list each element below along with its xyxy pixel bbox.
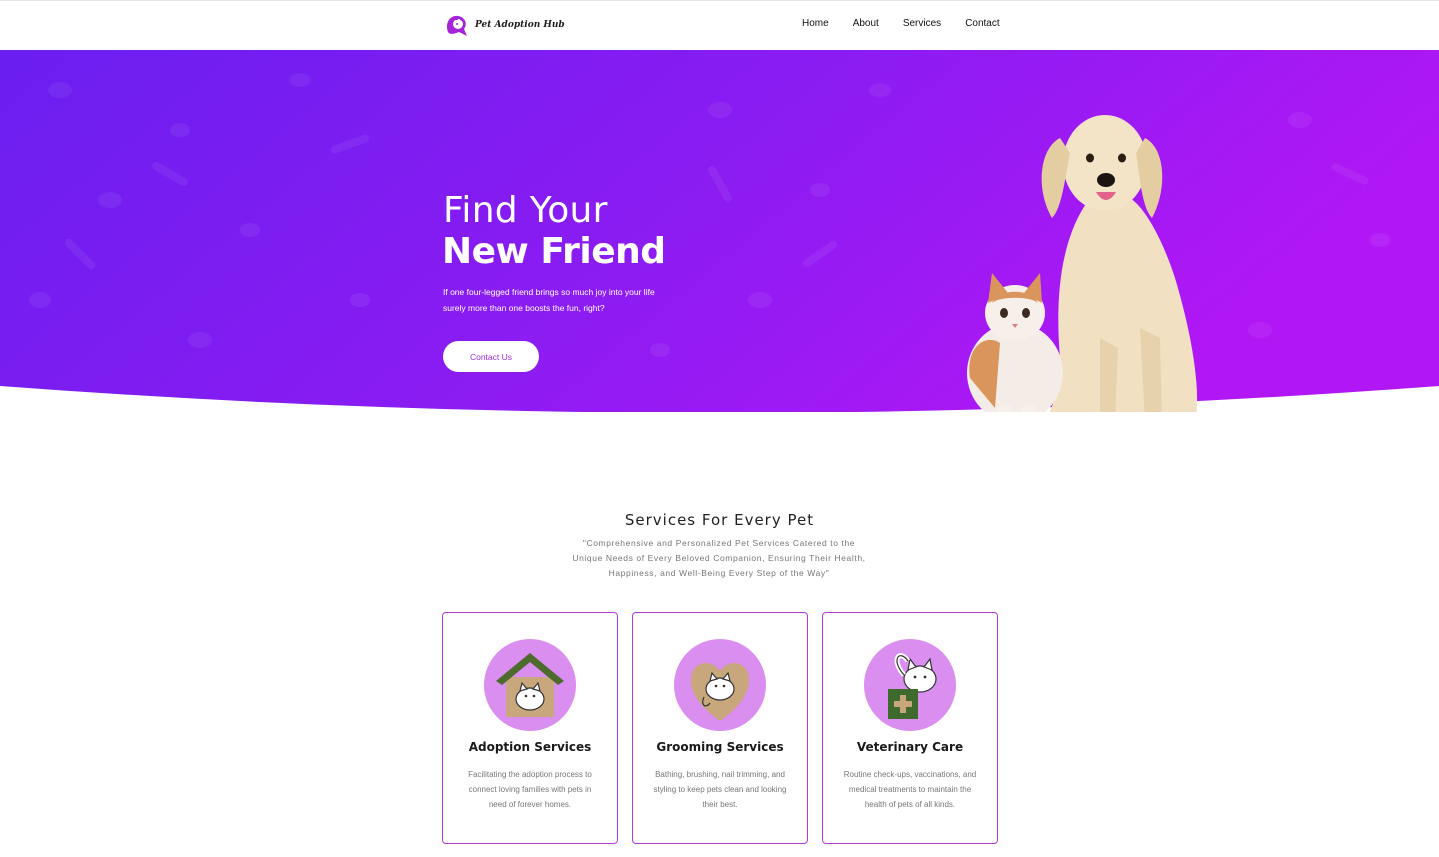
nav-contact[interactable]: Contact (965, 18, 999, 29)
card-title: Adoption Services (468, 740, 592, 754)
brand-name: Pet Adoption Hub (475, 20, 565, 30)
service-card-veterinary[interactable]: Veterinary Care Routine check-ups, vacci… (822, 612, 998, 844)
cat-house-icon (484, 639, 576, 731)
nav-home[interactable]: Home (802, 18, 829, 29)
pet-logo-icon (447, 15, 467, 36)
nav-about[interactable]: About (853, 18, 879, 29)
card-title: Veterinary Care (856, 740, 964, 754)
contact-us-button[interactable]: Contact Us (443, 341, 539, 372)
brand-logo[interactable]: Pet Adoption Hub (443, 11, 565, 41)
service-card-adoption[interactable]: Adoption Services Facilitating the adopt… (442, 612, 618, 844)
services-title: Services For Every Pet (624, 511, 815, 529)
page: Pet Adoption Hub Home About Services Con… (0, 0, 1439, 857)
dog-and-cat-image (967, 115, 1198, 412)
nav-services[interactable]: Services (903, 18, 941, 29)
card-description: Routine check-ups, vaccinations, and med… (843, 770, 977, 809)
card-title: Grooming Services (656, 740, 784, 754)
hero-subtitle-line-1: If one four-legged friend brings so much… (443, 287, 655, 297)
cat-heart-icon (674, 639, 766, 731)
hero-background (0, 50, 1439, 412)
card-description: Facilitating the adoption process to con… (468, 770, 592, 809)
card-description: Bathing, brushing, nail trimming, and st… (653, 770, 787, 809)
hero-title-light: Find Your (443, 190, 608, 231)
cat-medkit-icon (864, 639, 956, 731)
hero-section: Find Your New Friend If one four-legged … (0, 50, 1439, 412)
service-card-grooming[interactable]: Grooming Services Bathing, brushing, nai… (632, 612, 808, 844)
main-nav: Home About Services Contact (802, 18, 1000, 29)
site-header: Pet Adoption Hub Home About Services Con… (0, 0, 1439, 50)
hero-title-bold: New Friend (442, 231, 666, 272)
hero-subtitle-line-2: surely more than one boosts the fun, rig… (443, 303, 605, 313)
hero-subtitle: If one four-legged friend brings so much… (443, 284, 683, 316)
services-subtitle: "Comprehensive and Personalized Pet Serv… (572, 538, 866, 578)
